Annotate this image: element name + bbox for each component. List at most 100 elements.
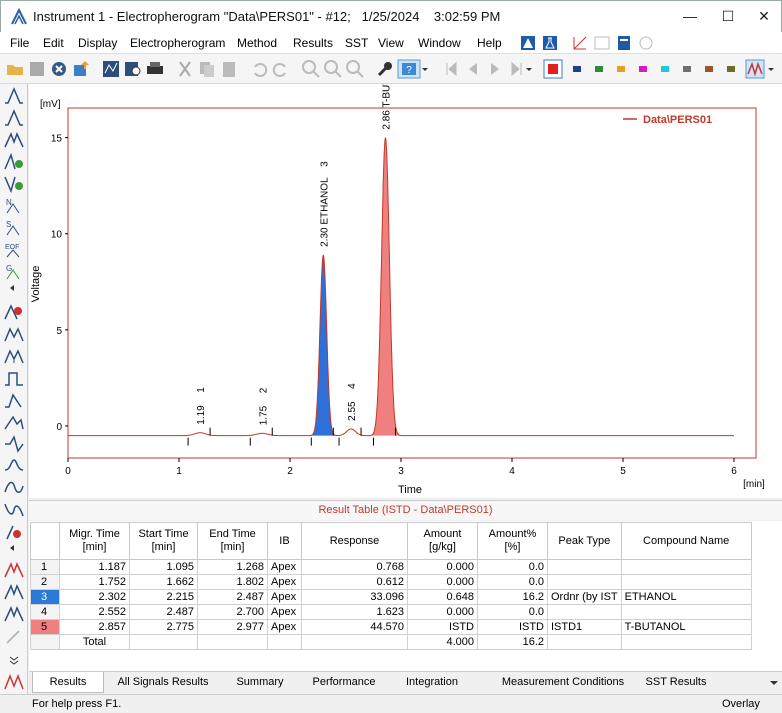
electropherogram-chart[interactable]: [mV] Voltage Time [min] 0 5 10 15 0 1 2 3 4 5 6 1… [29, 84, 782, 498]
tab-summary[interactable]: Summary [225, 672, 295, 693]
table-cell[interactable] [129, 634, 198, 650]
table-cell[interactable]: 2.487 [129, 604, 198, 620]
row-number[interactable]: 2 [30, 574, 60, 590]
table-cell[interactable]: Apex [267, 589, 302, 605]
table-cell[interactable] [620, 559, 752, 575]
collapse-left-icon[interactable] [3, 542, 25, 554]
row-number[interactable]: 1 [30, 559, 60, 575]
table-cell[interactable]: 1.623 [301, 604, 408, 620]
wrench-icon[interactable] [375, 59, 395, 79]
color-cyan-icon[interactable] [655, 59, 675, 79]
table-cell[interactable]: 0.000 [407, 574, 478, 590]
expand-toolbar-icon[interactable] [3, 654, 25, 666]
front-tangent-icon[interactable] [3, 390, 25, 410]
table-cell[interactable] [547, 574, 622, 590]
table-cell[interactable]: Apex [267, 604, 302, 620]
table-cell[interactable]: T-BUTANOL [620, 619, 752, 635]
tab-results[interactable]: Results [32, 672, 104, 693]
table-cell[interactable]: ISTD1 [547, 619, 622, 635]
valley-to-valley-icon[interactable] [3, 324, 25, 344]
add-peak-icon[interactable] [3, 152, 25, 172]
table-cell[interactable]: 1.752 [59, 574, 130, 590]
report-icon[interactable] [616, 35, 632, 51]
s-marker-icon[interactable]: S [3, 218, 25, 238]
table-cell[interactable]: Ordnr (by IST [547, 589, 622, 605]
table-cell[interactable]: 1.662 [129, 574, 198, 590]
table-cell[interactable]: 1.095 [129, 559, 198, 575]
table-cell[interactable]: Apex [267, 619, 302, 635]
delete-marker-icon[interactable] [3, 522, 25, 542]
column-header[interactable]: Peak Type [547, 522, 622, 560]
manual-split-icon[interactable] [3, 582, 25, 602]
close-file-icon[interactable] [49, 59, 69, 79]
table-cell[interactable]: Total [59, 634, 130, 650]
tab-integration[interactable]: Integration [393, 672, 471, 693]
table-cell[interactable]: 1.802 [197, 574, 268, 590]
table-cell[interactable]: 0.000 [407, 604, 478, 620]
menu-help[interactable]: Help [477, 36, 502, 50]
color-orange-icon[interactable] [611, 59, 631, 79]
table-cell[interactable]: 0.000 [407, 559, 478, 575]
help-context-icon[interactable]: ? [397, 59, 421, 79]
table-cell[interactable]: 2.857 [59, 619, 130, 635]
table-cell[interactable]: 2.487 [197, 589, 268, 605]
chart-view-icon[interactable] [101, 59, 121, 79]
signal-overlay-icon[interactable] [3, 672, 25, 692]
column-header[interactable] [30, 522, 60, 560]
table-cell[interactable]: 16.2 [477, 589, 548, 605]
table-cell[interactable]: Apex [267, 559, 302, 575]
color-gray-icon[interactable] [677, 59, 697, 79]
table-cell[interactable] [620, 604, 752, 620]
minimize-button[interactable]: — [673, 5, 707, 29]
color-green-icon[interactable] [589, 59, 609, 79]
menu-display[interactable]: Display [78, 36, 117, 50]
table-cell[interactable] [197, 634, 268, 650]
table-row[interactable]: 3 2.302 2.215 2.487 Apex 33.096 0.648 16.2 Ordnr… [30, 589, 752, 605]
menu-window[interactable]: Window [418, 36, 461, 50]
menu-method[interactable]: Method [237, 36, 277, 50]
add-valley-icon[interactable] [3, 174, 25, 194]
table-cell[interactable] [301, 634, 408, 650]
tab-measurement-conditions[interactable]: Measurement Conditions [481, 672, 645, 693]
table-cell[interactable] [620, 634, 752, 650]
table-row[interactable]: 2 1.752 1.662 1.802 Apex 0.612 0.000 0.0 [30, 574, 752, 590]
drop-line-icon[interactable] [3, 346, 25, 366]
close-button[interactable]: ✕ [747, 5, 781, 29]
menu-results[interactable]: Results [293, 36, 333, 50]
table-total-row[interactable]: Total 4.000 16.2 [30, 634, 752, 650]
print-preview-icon[interactable] [123, 59, 143, 79]
table-cell[interactable]: ETHANOL [620, 589, 752, 605]
table-cell[interactable] [620, 574, 752, 590]
column-header[interactable]: Amount% [%] [477, 522, 548, 560]
calibration-chart-icon[interactable] [572, 35, 588, 51]
table-cell[interactable]: 33.096 [301, 589, 408, 605]
table-cell[interactable]: 44.570 [301, 619, 408, 635]
width-icon[interactable] [3, 478, 25, 498]
menu-edit[interactable]: Edit [43, 36, 64, 50]
instrument-icon[interactable] [520, 35, 536, 51]
delete-peak-icon[interactable] [3, 302, 25, 322]
table-cell[interactable]: 2.700 [197, 604, 268, 620]
chevron-down-icon[interactable] [421, 59, 429, 79]
table-cell[interactable]: 2.552 [59, 604, 130, 620]
table-cell[interactable]: 4.000 [407, 634, 478, 650]
table-cell[interactable] [547, 634, 622, 650]
negative-peak-icon[interactable] [3, 434, 25, 454]
overlay-signal-icon[interactable] [745, 59, 765, 79]
chevron-down-icon[interactable] [525, 59, 533, 79]
color-brown-icon[interactable] [699, 59, 719, 79]
flask-icon[interactable] [542, 35, 558, 51]
n-marker-icon[interactable]: N [3, 196, 25, 216]
table-cell[interactable]: 0.0 [477, 559, 548, 575]
table-cell[interactable]: 2.977 [197, 619, 268, 635]
color-magenta-icon[interactable] [633, 59, 653, 79]
column-header[interactable]: Start Time [min] [129, 522, 198, 560]
threshold-icon[interactable] [3, 456, 25, 476]
chevron-down-icon[interactable] [767, 59, 775, 79]
eof-marker-icon[interactable]: EOF [3, 240, 25, 260]
table-cell[interactable]: 2.215 [129, 589, 198, 605]
row-number[interactable]: 5 [30, 619, 60, 635]
column-header[interactable]: End Time [min] [197, 522, 268, 560]
column-header[interactable]: Compound Name [620, 522, 752, 560]
tangent-icon[interactable] [3, 368, 25, 388]
